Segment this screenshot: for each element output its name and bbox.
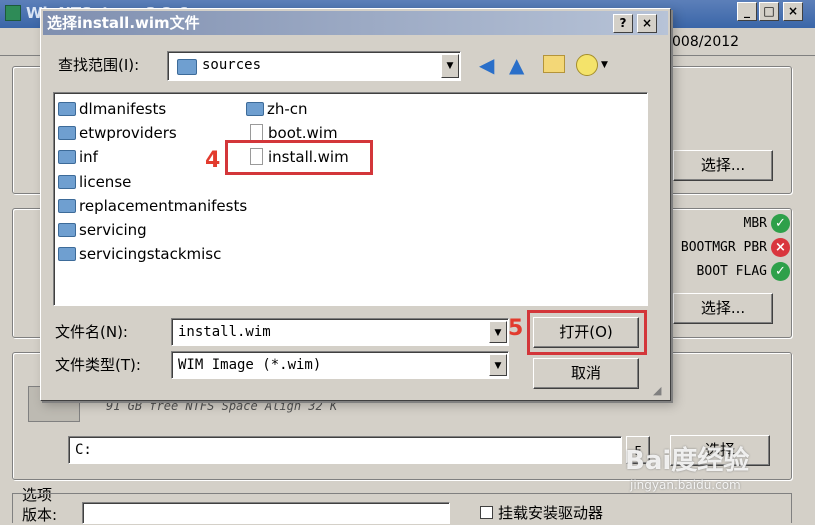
chevron-down-icon[interactable]: ▼ (489, 354, 507, 376)
list-item[interactable]: license (58, 171, 131, 193)
folder-icon (58, 175, 76, 189)
watermark-logo: Bai度经验 (625, 446, 750, 476)
back-arrow-icon[interactable]: ◀ (479, 51, 494, 79)
resize-grip-icon[interactable]: ◢ (653, 384, 667, 398)
mbr-label: MBR (743, 216, 767, 231)
mount-checkbox[interactable] (480, 506, 493, 519)
error-icon: × (771, 238, 790, 257)
folder-icon (58, 223, 76, 237)
highlight-install-wim (225, 140, 373, 175)
list-item[interactable]: replacementmanifests (58, 195, 247, 217)
list-item[interactable]: servicingstackmisc (58, 243, 221, 265)
select-source-button[interactable]: 选择... (673, 150, 773, 181)
step-5-marker: 5 (508, 316, 524, 341)
chevron-down-icon[interactable]: ▼ (441, 54, 459, 78)
up-folder-icon[interactable]: ▲ (509, 51, 524, 79)
install-drive-input[interactable]: C: (68, 436, 622, 464)
dialog-close-button[interactable]: × (637, 14, 657, 33)
view-menu-icon[interactable] (576, 54, 598, 76)
select-boot-button[interactable]: 选择... (673, 293, 773, 324)
folder-icon (58, 102, 76, 116)
folder-icon (58, 150, 76, 164)
new-folder-icon[interactable] (543, 55, 565, 73)
chevron-down-icon[interactable]: ▼ (489, 321, 507, 343)
bootflag-label: BOOT FLAG (696, 264, 767, 279)
filetype-select[interactable]: WIM Image (*.wim) (171, 351, 509, 379)
file-icon (250, 124, 263, 141)
list-item[interactable]: dlmanifests (58, 98, 166, 120)
check-icon: ✓ (771, 262, 790, 281)
look-in-select[interactable]: sources (167, 51, 461, 81)
dialog-title: 选择install.wim文件 (47, 14, 200, 32)
folder-icon (58, 199, 76, 213)
version-label: 版本: (22, 506, 58, 524)
folder-icon (58, 247, 76, 261)
bootmgr-label: BOOTMGR PBR (680, 240, 767, 255)
minimize-button[interactable]: _ (737, 2, 757, 21)
highlight-open-button (527, 310, 647, 355)
filename-label: 文件名(N): (55, 323, 128, 341)
folder-icon (58, 126, 76, 140)
check-icon: ✓ (771, 214, 790, 233)
list-item[interactable]: etwproviders (58, 122, 177, 144)
chevron-down-icon[interactable]: ▼ (601, 60, 608, 70)
look-in-label: 查找范围(I): (58, 56, 140, 74)
list-item[interactable]: zh-cn (246, 98, 308, 120)
maximize-button[interactable]: □ (759, 2, 779, 21)
filename-input[interactable]: install.wim (171, 318, 509, 346)
os-text: 008/2012 (672, 34, 740, 50)
filetype-label: 文件类型(T): (55, 356, 141, 374)
version-select[interactable] (82, 502, 450, 524)
cancel-button[interactable]: 取消 (533, 358, 639, 389)
app-close-button[interactable]: × (783, 2, 803, 21)
list-item[interactable]: inf (58, 146, 98, 168)
list-item[interactable]: servicing (58, 219, 147, 241)
checkbox-label: 挂载安装驱动器 (498, 504, 604, 522)
file-list[interactable]: dlmanifests etwproviders inf license rep… (53, 92, 648, 306)
app-icon (5, 5, 21, 21)
help-button[interactable]: ? (613, 14, 633, 33)
drive-info: 91 GB free NTFS Space Align 32 K (106, 399, 338, 413)
folder-icon (177, 59, 197, 75)
watermark-url: jingyan.baidu.com (630, 478, 741, 492)
folder-icon (246, 102, 264, 116)
step-4-marker: 4 (205, 148, 221, 173)
